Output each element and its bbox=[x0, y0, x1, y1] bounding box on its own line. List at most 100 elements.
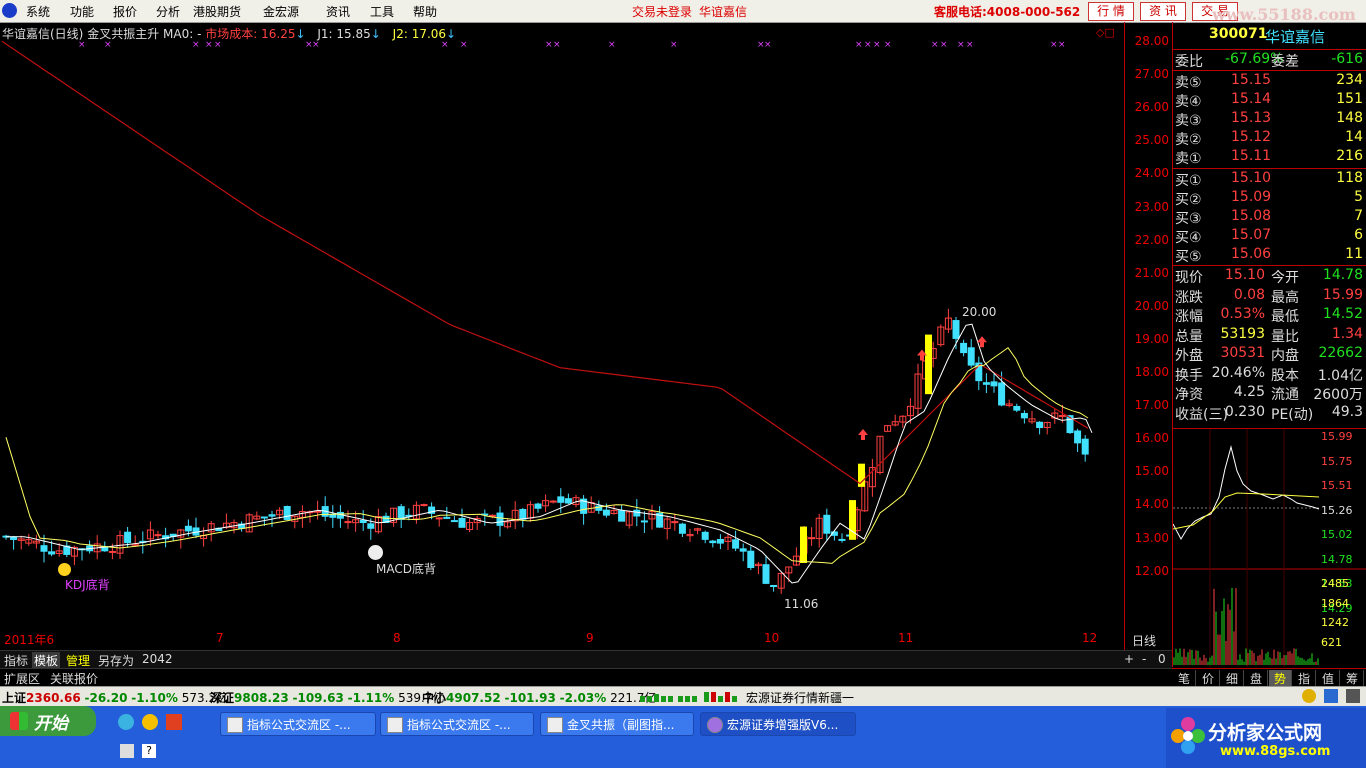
brand-banner: 分析家公式网 www.88gs.com bbox=[1166, 708, 1366, 768]
task-item[interactable]: 指标公式交流区 -... bbox=[220, 712, 376, 736]
chart-title: 华谊嘉信(日线) bbox=[2, 27, 84, 41]
menu-function[interactable]: 功能 bbox=[70, 3, 94, 20]
notify-icon[interactable] bbox=[1302, 689, 1316, 703]
x-tick: 9 bbox=[586, 631, 594, 645]
smiley-icon bbox=[368, 545, 383, 560]
menu-help[interactable]: 帮助 bbox=[413, 3, 437, 20]
stock-header: 300071 华谊嘉信 bbox=[1173, 26, 1366, 46]
zoom-in-button[interactable]: + bbox=[1122, 652, 1136, 666]
x-tick: 10 bbox=[764, 631, 780, 645]
arrow-down-icon: ↓ bbox=[446, 27, 457, 41]
y-tick: 20.00 bbox=[1134, 298, 1169, 313]
windows-icon[interactable] bbox=[166, 714, 182, 730]
candle bbox=[1005, 399, 1013, 408]
candle bbox=[1028, 410, 1036, 424]
bid-row[interactable]: 买② 15.09 5 bbox=[1173, 189, 1366, 208]
tool-manage[interactable]: 管理 bbox=[64, 652, 92, 669]
chart-options-icon[interactable]: ◇□ bbox=[1096, 26, 1115, 39]
ask-row[interactable]: 卖① 15.11 216 bbox=[1173, 148, 1366, 167]
kline-chart[interactable]: × × × × × × × × × × × × × × × × × × × × × × × × × 华谊嘉信(日线) 金叉共振主… bbox=[0, 22, 1173, 650]
mini-tab[interactable]: 价 bbox=[1197, 670, 1220, 686]
stat-row: 净资 4.25 流通 2600万 bbox=[1175, 384, 1363, 403]
sz-index[interactable]: 深证9808.23 -109.63 -1.11% 539.7亿 bbox=[210, 689, 444, 706]
ask-row[interactable]: 卖④ 15.14 151 bbox=[1173, 91, 1366, 110]
mini-tab[interactable]: 势 bbox=[1269, 670, 1292, 686]
trade-status: 交易未登录 bbox=[632, 5, 693, 19]
candle bbox=[397, 503, 405, 528]
candle bbox=[914, 363, 922, 417]
task-item[interactable]: 金叉共振（副图指... bbox=[540, 712, 694, 736]
bid-row[interactable]: 买⑤ 15.06 11 bbox=[1173, 246, 1366, 265]
signal-marker: × bbox=[957, 40, 965, 50]
ma0-value: MA0: - bbox=[163, 27, 202, 41]
candle bbox=[709, 539, 717, 548]
start-button[interactable]: 开始 bbox=[0, 706, 96, 736]
menu-quote[interactable]: 报价 bbox=[113, 3, 137, 20]
mini-tab[interactable]: 筹 bbox=[1341, 670, 1364, 686]
x-tick: 11 bbox=[898, 631, 914, 645]
menu-analysis[interactable]: 分析 bbox=[156, 3, 180, 20]
y-tick: 13.00 bbox=[1134, 530, 1169, 545]
signal-marker: × bbox=[764, 40, 772, 50]
candle bbox=[10, 535, 18, 550]
candle bbox=[238, 521, 246, 532]
tool-save-as[interactable]: 另存为 bbox=[96, 652, 136, 669]
menu-system[interactable]: 系统 bbox=[26, 3, 50, 20]
mini-tab[interactable]: 笔 bbox=[1173, 670, 1196, 686]
signal-marker: × bbox=[966, 40, 974, 50]
reset-button[interactable]: 0 bbox=[1156, 652, 1168, 666]
tool-indicator[interactable]: 指标 bbox=[2, 652, 30, 669]
bid-row[interactable]: 买③ 15.08 7 bbox=[1173, 208, 1366, 227]
settings-icon[interactable] bbox=[1346, 689, 1360, 703]
market-breadth-icon bbox=[640, 692, 737, 702]
signal-marker: × bbox=[545, 40, 553, 50]
candle bbox=[937, 324, 945, 347]
tool-number[interactable]: 2042 bbox=[140, 652, 175, 666]
mini-tab[interactable]: 细 bbox=[1221, 670, 1244, 686]
ask-row[interactable]: 卖⑤ 15.15 234 bbox=[1173, 72, 1366, 91]
y-tick: 21.00 bbox=[1134, 265, 1169, 280]
candle bbox=[1036, 421, 1044, 435]
candle bbox=[17, 535, 25, 550]
task-item[interactable]: 指标公式交流区 -... bbox=[380, 712, 534, 736]
help-icon[interactable]: ? bbox=[142, 744, 156, 758]
menu-news[interactable]: 资讯 bbox=[326, 3, 350, 20]
y-tick: 18.00 bbox=[1134, 365, 1169, 379]
chat-icon[interactable] bbox=[1324, 689, 1338, 703]
mini-tab[interactable]: 指 bbox=[1293, 670, 1316, 686]
candle bbox=[374, 508, 382, 534]
ask-row[interactable]: 卖③ 15.13 148 bbox=[1173, 110, 1366, 129]
zoom-out-button[interactable]: - bbox=[1140, 652, 1148, 666]
quicklaunch-icon[interactable] bbox=[142, 714, 158, 730]
mini-price-tick: 15.51 bbox=[1321, 479, 1353, 492]
keyboard-icon[interactable] bbox=[120, 744, 134, 758]
news-mode-button[interactable]: 资 讯 bbox=[1140, 2, 1186, 21]
y-tick: 24.00 bbox=[1134, 166, 1169, 181]
bid-row[interactable]: 买① 15.10 118 bbox=[1173, 170, 1366, 189]
mini-tab[interactable]: 盘 bbox=[1245, 670, 1268, 686]
candle bbox=[975, 356, 983, 391]
related-quote-tab[interactable]: 关联报价 bbox=[48, 670, 100, 687]
mini-vol-tick: 2485 bbox=[1321, 577, 1349, 590]
task-item-active[interactable]: 宏源证券增强版V6... bbox=[700, 712, 856, 736]
intraday-mini-chart[interactable]: 15.99 15.75 15.51 15.26 15.02 14.78 14.53 14.29… bbox=[1172, 428, 1366, 667]
mini-tab[interactable]: 值 bbox=[1317, 670, 1340, 686]
ext-area-tab[interactable]: 扩展区 bbox=[2, 670, 42, 687]
tool-template[interactable]: 模板 bbox=[32, 652, 61, 669]
kline-canvas[interactable]: × × × × × × × × × × × × × × × × × × × × × × × × × bbox=[0, 22, 1124, 650]
quote-mode-button[interactable]: 行 情 bbox=[1088, 2, 1134, 21]
ask-row[interactable]: 卖② 15.12 14 bbox=[1173, 129, 1366, 148]
menu-hk-futures[interactable]: 港股期货 bbox=[193, 3, 241, 20]
sme-index[interactable]: 中小4907.52 -101.93 -2.03% 221.7亿 bbox=[422, 689, 656, 706]
candle bbox=[656, 506, 664, 528]
period-label[interactable]: 日线 bbox=[1132, 632, 1156, 649]
browser-icon[interactable] bbox=[118, 714, 134, 730]
menu-jinhongyuan[interactable]: 金宏源 bbox=[263, 3, 299, 20]
menu-tools[interactable]: 工具 bbox=[370, 3, 394, 20]
date-axis: 2011年6 7 8 9 10 11 12 bbox=[0, 631, 1124, 649]
sh-index[interactable]: 上证2360.66 -26.20 -1.10% 573.2亿 bbox=[2, 689, 228, 706]
windows-logo-icon bbox=[10, 712, 28, 730]
y-tick: 27.00 bbox=[1134, 67, 1169, 82]
y-tick: 19.00 bbox=[1134, 331, 1169, 346]
bid-row[interactable]: 买④ 15.07 6 bbox=[1173, 227, 1366, 246]
